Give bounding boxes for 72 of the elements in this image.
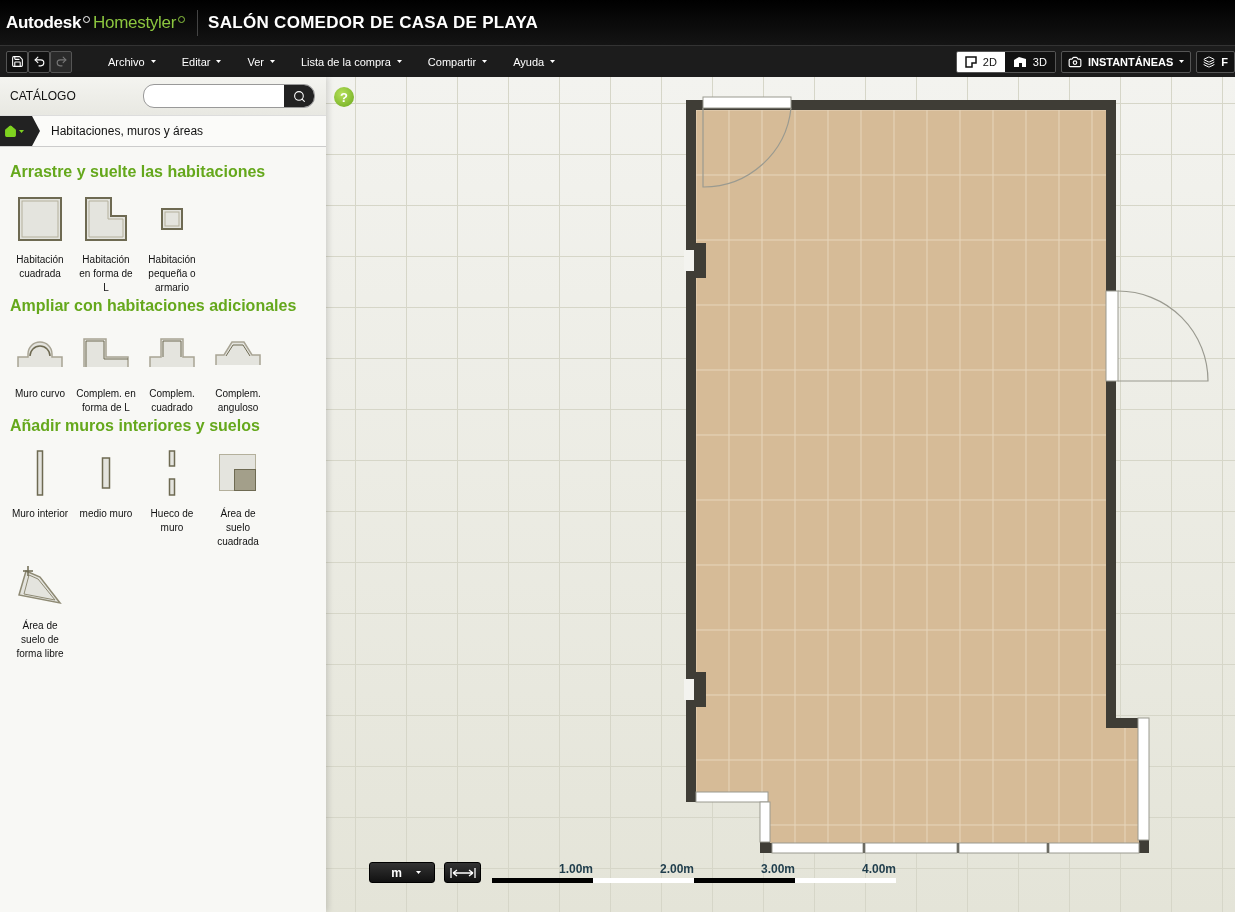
- search-icon: [292, 89, 306, 103]
- half-wall-icon: [101, 457, 111, 489]
- caret-icon: [19, 129, 24, 133]
- unit-dropdown[interactable]: m: [369, 862, 435, 883]
- catalog-item[interactable]: Complem. en forma de L: [73, 323, 139, 415]
- menu-item[interactable]: Lista de la compra: [300, 55, 402, 68]
- view-mode-tab[interactable]: 3D: [1004, 51, 1055, 72]
- brand-name: Homestyler: [93, 12, 177, 33]
- home-icon: [4, 124, 17, 138]
- caret-icon: [216, 60, 222, 63]
- measure-button[interactable]: [444, 862, 481, 883]
- catalog-item[interactable]: Área de suelo cuadrada: [205, 443, 271, 549]
- small-room-icon: [161, 208, 183, 230]
- brand-name: Autodesk: [6, 12, 82, 33]
- caret-icon: [550, 60, 556, 63]
- catalog-item[interactable]: Habitación en forma de L: [73, 189, 139, 295]
- menu-item[interactable]: Archivo: [108, 55, 156, 68]
- wall-gap-icon: [168, 450, 176, 496]
- scale-label: 1.00m: [557, 862, 593, 876]
- l-shaped-room-icon: [85, 197, 127, 241]
- measure-icon: [449, 867, 476, 878]
- search-button[interactable]: [284, 85, 314, 107]
- snapshots-button[interactable]: INSTANTÁNEAS: [1060, 50, 1192, 73]
- square-room-icon: [18, 197, 62, 241]
- floor-area-icon: [219, 454, 257, 492]
- catalog-title: CATÁLOGO: [10, 89, 76, 103]
- save-icon: [10, 55, 24, 68]
- interior-wall-icon: [36, 450, 44, 496]
- caret-icon: [269, 60, 275, 63]
- home-button[interactable]: [0, 116, 40, 146]
- catalog-item[interactable]: Muro curvo: [7, 323, 73, 415]
- camera-icon: [1067, 54, 1082, 69]
- section-title: Añadir muros interiores y suelos: [10, 417, 261, 435]
- menu-item[interactable]: Ayuda: [513, 55, 556, 68]
- section-title: Ampliar con habitaciones adicionales: [10, 297, 298, 315]
- scale-label: 2.00m: [658, 862, 694, 876]
- freeform-floor-icon: [18, 565, 62, 605]
- angled-addon-icon: [215, 340, 261, 366]
- menu-item[interactable]: Editar: [181, 55, 222, 68]
- menu-item[interactable]: Compartir: [427, 55, 488, 68]
- caret-icon: [1179, 60, 1185, 63]
- l-shaped-addon-icon: [83, 338, 129, 368]
- menu-item[interactable]: Ver: [247, 55, 275, 68]
- floor-plan-icon: [964, 55, 977, 68]
- caret-icon: [415, 871, 421, 874]
- catalog-item[interactable]: Habitación pequeña o armario: [139, 189, 205, 295]
- redo-icon: [54, 55, 68, 68]
- layers-button[interactable]: F: [1196, 50, 1235, 73]
- caret-icon: [150, 60, 156, 63]
- scale-label: 4.00m: [860, 862, 896, 876]
- view-mode-tab[interactable]: 2D: [956, 51, 1005, 72]
- layers-icon: [1203, 55, 1216, 68]
- undo-icon: [32, 55, 46, 68]
- catalog-item[interactable]: Área de suelo de forma libre: [7, 555, 73, 661]
- search-field[interactable]: [143, 84, 315, 108]
- scale-label: 3.00m: [759, 862, 795, 876]
- catalog-item[interactable]: Hueco de muro: [139, 443, 205, 549]
- curved-wall-icon: [17, 338, 63, 368]
- caret-icon: [396, 60, 402, 63]
- catalog-item[interactable]: Muro interior: [7, 443, 73, 549]
- catalog-item[interactable]: Complem. cuadrado: [139, 323, 205, 415]
- breadcrumb-text: Habitaciones, muros y áreas: [51, 124, 204, 138]
- house-icon: [1012, 55, 1027, 68]
- square-addon-icon: [149, 338, 195, 368]
- project-title: SALÓN COMEDOR DE CASA DE PLAYA: [208, 12, 539, 33]
- catalog-item[interactable]: Complem. anguloso: [205, 323, 271, 415]
- catalog-item[interactable]: Habitación cuadrada: [7, 189, 73, 295]
- undo-button[interactable]: [28, 50, 50, 73]
- section-title: Arrastre y suelte las habitaciones: [10, 163, 267, 181]
- save-button[interactable]: [6, 50, 28, 73]
- caret-icon: [482, 60, 488, 63]
- catalog-item[interactable]: medio muro: [73, 443, 139, 549]
